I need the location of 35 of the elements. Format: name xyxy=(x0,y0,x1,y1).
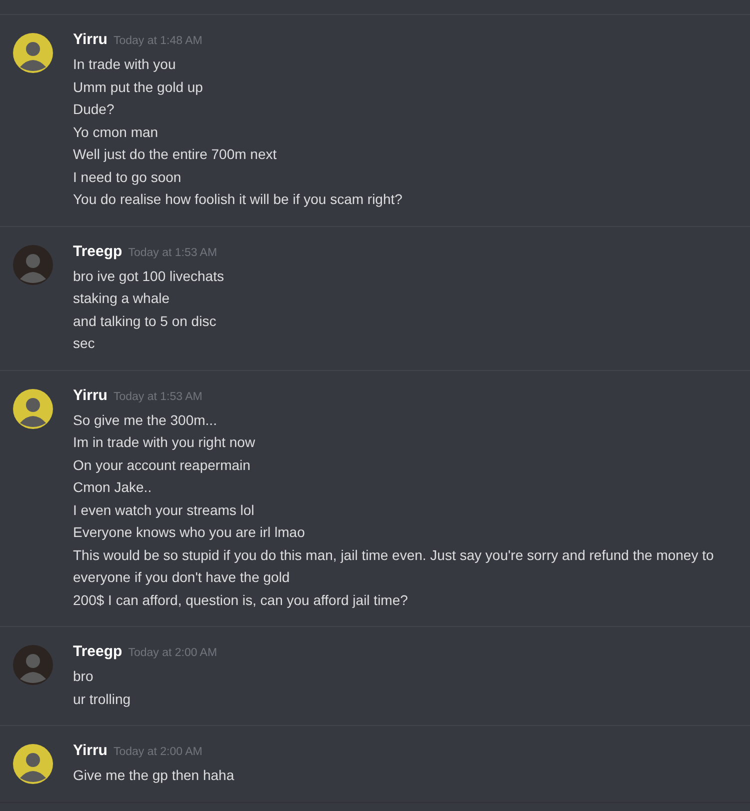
timestamp: Today at 2:00 AM xyxy=(113,746,202,758)
avatar-icon[interactable] xyxy=(13,33,53,73)
message-text: Dude? xyxy=(73,100,116,119)
username[interactable]: Yirru xyxy=(73,31,108,48)
timestamp: Today at 1:48 AM xyxy=(113,35,202,47)
username[interactable]: Yirru xyxy=(73,386,108,404)
message-text: Give me the gp then haha xyxy=(73,766,236,785)
username[interactable]: Yirru xyxy=(73,742,108,759)
message-text: ur trolling xyxy=(73,690,132,709)
avatar-icon[interactable] xyxy=(13,744,53,784)
message-text: Cmon Jake.. xyxy=(73,478,153,497)
message-text: Yo cmon man xyxy=(73,122,160,142)
message-text: staking a whale xyxy=(73,289,171,308)
message-text: Im in trade with you right now xyxy=(73,433,256,452)
message-text: Umm put the gold up xyxy=(73,78,204,97)
message-text: sec xyxy=(73,334,96,353)
message-text: I even watch your streams lol xyxy=(73,500,256,520)
message-text: bro xyxy=(73,667,94,686)
message-text: On your account reapermain xyxy=(73,456,252,475)
message-text: Well just do the entire 700m next xyxy=(73,145,278,164)
message-text: In trade with you xyxy=(73,55,177,74)
timestamp: Today at 2:00 AM xyxy=(128,647,218,659)
timestamp: Today at 1:53 AM xyxy=(128,246,218,258)
username[interactable]: Treegp xyxy=(73,643,122,660)
avatar-icon[interactable] xyxy=(13,388,53,428)
message-text: You do realise how foolish it will be if you scam right? xyxy=(73,190,404,209)
message-text: and talking to 5 on disc xyxy=(73,312,218,331)
message-text: I need to go soon xyxy=(73,168,182,187)
username[interactable]: Treegp xyxy=(73,242,122,260)
message-text: bro ive got 100 livechats xyxy=(73,266,225,286)
message-text: So give me the 300m... xyxy=(73,410,218,430)
message-text: Everyone knows who you are irl lmao xyxy=(73,523,306,542)
timestamp: Today at 1:53 AM xyxy=(113,390,202,402)
message-text: 200$ I can afford, question is, can you afford jail time? xyxy=(73,590,409,610)
message-text: This would be so stupid if you do this man, jail time even. Just say you're sorry and refund the money to everyone if you don't have the gold xyxy=(73,546,715,587)
